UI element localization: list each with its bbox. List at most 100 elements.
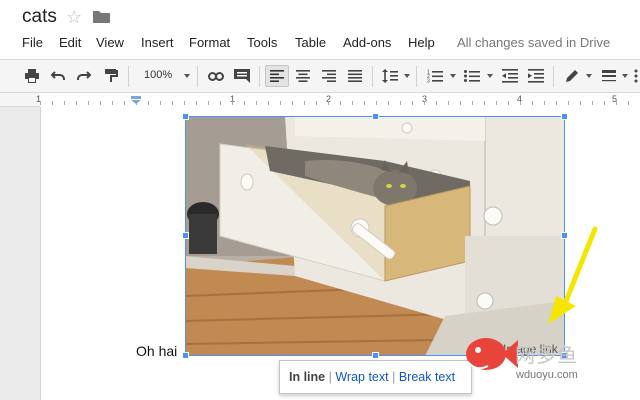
indent-marker-icon[interactable] bbox=[131, 96, 141, 104]
ruler-tick bbox=[364, 101, 365, 105]
ruler-tick bbox=[232, 101, 233, 105]
print-icon[interactable] bbox=[23, 65, 41, 87]
ruler-tick bbox=[292, 101, 293, 105]
ruler-tick bbox=[520, 101, 521, 105]
in-line-option[interactable]: In line bbox=[289, 370, 325, 384]
ruler-tick bbox=[124, 101, 125, 105]
menu-file[interactable]: File bbox=[22, 35, 43, 50]
arrow-annotation-icon bbox=[548, 226, 598, 324]
ruler-tick bbox=[592, 101, 593, 105]
ruler-tick bbox=[568, 101, 569, 105]
wrap-text-option[interactable]: Wrap text bbox=[335, 370, 388, 384]
align-justify-icon[interactable] bbox=[345, 65, 365, 87]
align-center-icon[interactable] bbox=[293, 65, 313, 87]
menu-view[interactable]: View bbox=[96, 35, 124, 50]
ruler-tick bbox=[508, 101, 509, 105]
toolbar-separator bbox=[416, 66, 417, 87]
comment-icon[interactable] bbox=[233, 65, 251, 87]
watermark-url: wduoyu.com bbox=[516, 369, 578, 381]
ruler-tick bbox=[196, 101, 197, 105]
folder-icon[interactable] bbox=[93, 10, 110, 23]
ruler-tick bbox=[628, 101, 629, 105]
menu-help[interactable]: Help bbox=[408, 35, 435, 50]
line-spacing-icon[interactable] bbox=[380, 65, 400, 87]
link-icon[interactable] bbox=[206, 65, 226, 87]
toolbar-separator bbox=[553, 66, 554, 87]
ruler-tick bbox=[112, 101, 113, 105]
toolbar-separator bbox=[259, 66, 260, 87]
toolbar-separator bbox=[197, 66, 198, 87]
resize-handle-left[interactable] bbox=[182, 232, 189, 239]
ruler[interactable]: 1 1 2 3 4 5 bbox=[0, 93, 640, 107]
toolbar-separator bbox=[128, 66, 129, 87]
menu-table[interactable]: Table bbox=[295, 35, 326, 50]
ruler-tick bbox=[220, 101, 221, 105]
paint-format-icon[interactable] bbox=[102, 65, 120, 87]
resize-handle-top-right[interactable] bbox=[561, 113, 568, 120]
ruler-tick bbox=[328, 101, 329, 105]
document-title[interactable]: cats bbox=[22, 6, 57, 28]
toolbar: 100% 123 bbox=[0, 59, 640, 93]
save-status[interactable]: All changes saved in Drive bbox=[457, 35, 610, 50]
more-icon[interactable] bbox=[632, 65, 640, 87]
pen-color-chevron-down-icon[interactable] bbox=[586, 74, 592, 78]
ruler-tick bbox=[208, 101, 209, 105]
ruler-tick bbox=[100, 101, 101, 105]
ruler-tick bbox=[40, 101, 41, 105]
ruler-tick bbox=[280, 101, 281, 105]
bulleted-list-chevron-down-icon[interactable] bbox=[487, 74, 493, 78]
ruler-tick bbox=[244, 101, 245, 105]
image-options-popup: In line | Wrap text | Break text bbox=[279, 360, 472, 394]
ruler-tick bbox=[472, 101, 473, 105]
zoom-chevron-down-icon[interactable] bbox=[184, 74, 190, 78]
ruler-tick bbox=[340, 101, 341, 105]
ruler-tick bbox=[52, 101, 53, 105]
zoom-select[interactable]: 100% bbox=[144, 69, 172, 81]
resize-handle-bottom[interactable] bbox=[372, 352, 379, 359]
ruler-tick bbox=[532, 101, 533, 105]
body-text[interactable]: Oh hai bbox=[136, 343, 177, 359]
ruler-tick bbox=[544, 101, 545, 105]
ruler-tick bbox=[352, 101, 353, 105]
decrease-indent-icon[interactable] bbox=[500, 65, 520, 87]
line-spacing-chevron-down-icon[interactable] bbox=[404, 74, 410, 78]
cat-photo[interactable] bbox=[185, 116, 565, 356]
break-text-option[interactable]: Break text bbox=[399, 370, 455, 384]
ruler-tick bbox=[256, 101, 257, 105]
pen-color-icon[interactable] bbox=[562, 65, 582, 87]
star-icon[interactable]: ☆ bbox=[66, 7, 82, 27]
bulleted-list-icon[interactable] bbox=[462, 65, 482, 87]
ruler-tick bbox=[580, 101, 581, 105]
ruler-tick bbox=[616, 101, 617, 105]
menu-insert[interactable]: Insert bbox=[141, 35, 174, 50]
ruler-tick bbox=[268, 101, 269, 105]
ruler-tick bbox=[556, 101, 557, 105]
increase-indent-icon[interactable] bbox=[526, 65, 546, 87]
ruler-tick bbox=[64, 101, 65, 105]
ruler-tick bbox=[88, 101, 89, 105]
ruler-tick bbox=[436, 101, 437, 105]
border-weight-chevron-down-icon[interactable] bbox=[622, 74, 628, 78]
undo-icon[interactable] bbox=[49, 65, 67, 87]
ruler-tick bbox=[148, 101, 149, 105]
menu-format[interactable]: Format bbox=[189, 35, 230, 50]
align-right-icon[interactable] bbox=[319, 65, 339, 87]
ruler-tick bbox=[316, 101, 317, 105]
ruler-tick bbox=[424, 101, 425, 105]
ruler-tick bbox=[448, 101, 449, 105]
resize-handle-top[interactable] bbox=[372, 113, 379, 120]
menu-tools[interactable]: Tools bbox=[247, 35, 277, 50]
ruler-tick bbox=[388, 101, 389, 105]
menu-addons[interactable]: Add-ons bbox=[343, 35, 391, 50]
numbered-list-chevron-down-icon[interactable] bbox=[450, 74, 456, 78]
numbered-list-icon[interactable]: 123 bbox=[425, 65, 445, 87]
resize-handle-top-left[interactable] bbox=[182, 113, 189, 120]
border-weight-icon[interactable] bbox=[599, 65, 619, 87]
ruler-tick bbox=[160, 101, 161, 105]
menu-bar: File Edit View Insert Format Tools Table… bbox=[0, 34, 640, 54]
redo-icon[interactable] bbox=[75, 65, 93, 87]
align-left-icon[interactable] bbox=[265, 65, 289, 87]
ruler-tick bbox=[172, 101, 173, 105]
resize-handle-bottom-left[interactable] bbox=[182, 352, 189, 359]
menu-edit[interactable]: Edit bbox=[59, 35, 81, 50]
